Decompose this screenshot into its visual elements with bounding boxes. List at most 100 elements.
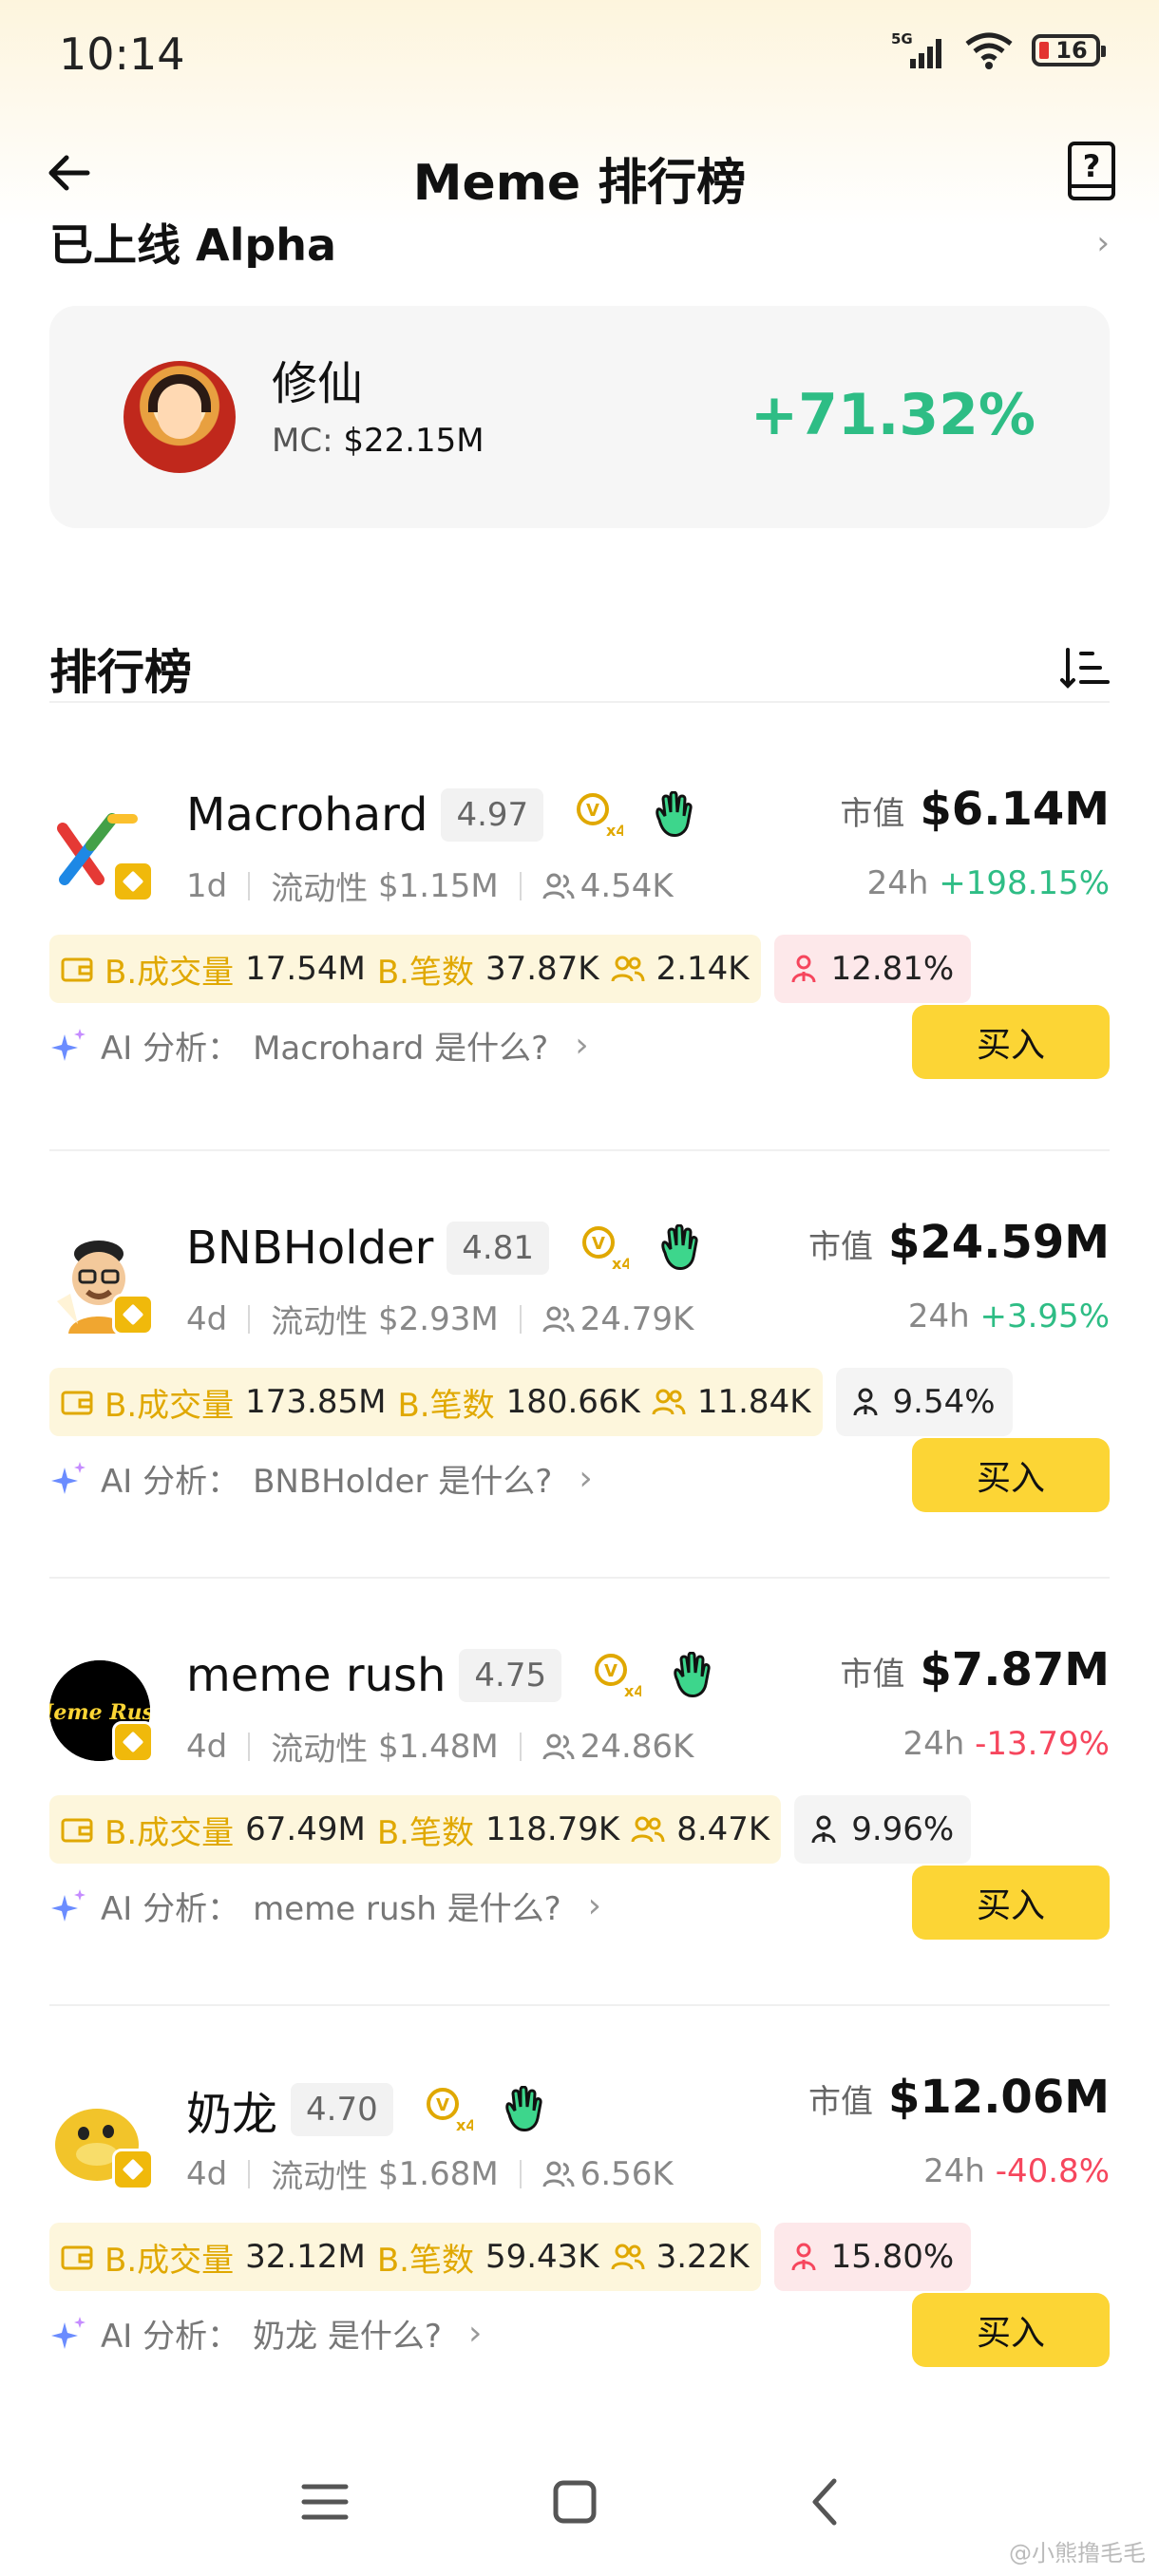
list-item[interactable]: 奶龙 4.70 Vx4 4d 流动性 $1.68M 6.56K 市值 $12.06…	[49, 2004, 1110, 2403]
volume-label: B.成交量	[104, 953, 235, 992]
buy-button[interactable]: 买入	[912, 2293, 1110, 2367]
back-icon[interactable]	[798, 2473, 855, 2530]
chevron-right-icon: ›	[1096, 224, 1110, 262]
holders-icon	[542, 873, 575, 899]
wallet-icon	[61, 1818, 93, 1843]
buy-button[interactable]: 买入	[912, 1866, 1110, 1940]
ai-question: meme rush 是什么?	[253, 1890, 561, 1928]
mcap-label: 市值	[840, 795, 905, 833]
alpha-section-header[interactable]: 已上线 Alpha ›	[49, 220, 1110, 268]
stats-tags: B.成交量 173.85M B.笔数 180.66K 11.84K 9.54%	[49, 1368, 1013, 1436]
svg-text:x4: x4	[612, 1255, 629, 1273]
person-icon	[791, 2243, 816, 2271]
token-age: 1d	[186, 866, 228, 905]
volume-tag: B.成交量 32.12M B.笔数 59.43K 3.22K	[49, 2223, 761, 2291]
stats-tags: B.成交量 67.49M B.笔数 118.79K 8.47K 9.96%	[49, 1795, 972, 1864]
volume-tag: B.成交量 17.54M B.笔数 37.87K 2.14K	[49, 935, 761, 1003]
ranking-header: 排行榜	[49, 627, 1110, 703]
sparkle-icon	[51, 1888, 86, 1922]
volume-value: 32.12M	[245, 2238, 366, 2276]
ai-prefix: AI 分析：	[101, 1030, 240, 1068]
mcap-value: $6.14M	[920, 783, 1110, 836]
liquidity-label: 流动性	[271, 1731, 369, 1769]
buy-button[interactable]: 买入	[912, 1005, 1110, 1079]
menu-icon[interactable]	[296, 2473, 353, 2530]
holders-icon	[542, 2161, 575, 2187]
liquidity-value: $1.48M	[378, 1727, 499, 1766]
alpha-section-title: 已上线 Alpha	[49, 220, 337, 268]
hand-icon	[505, 2086, 542, 2131]
list-item[interactable]: Meme Rush meme rush 4.75 Vx4 4d 流动性 $1.4…	[29, 1577, 1110, 1976]
trades-label: B.笔数	[376, 953, 474, 992]
sort-icon[interactable]	[1060, 644, 1110, 691]
liquidity-label: 流动性	[271, 870, 369, 908]
chevron-right-icon: ›	[587, 1886, 602, 1925]
holder-pct-tag: 12.81%	[773, 935, 972, 1003]
change-24h: 24h +3.95%	[908, 1297, 1110, 1335]
holders-icon	[542, 1733, 575, 1759]
ai-analysis-link[interactable]: AI 分析： Macrohard 是什么? ›	[49, 1022, 589, 1069]
mcap-value: $7.87M	[920, 1643, 1110, 1696]
home-icon[interactable]	[546, 2473, 603, 2530]
mcap-label: 市值	[808, 2083, 873, 2121]
market-cap: 市值 $24.59M	[808, 1216, 1110, 1269]
change-24h: 24h +198.15%	[867, 864, 1110, 902]
top-bar: 10:14 5G 16 Meme 排行榜 ?	[0, 0, 1159, 226]
list-item[interactable]: BNBHolder 4.81 Vx4 4d 流动性 $2.93M 24.79K …	[49, 1149, 1110, 1548]
battery-level: 16	[1055, 37, 1088, 64]
wallet-icon	[61, 2245, 93, 2270]
verified-x4-icon: Vx4	[577, 793, 623, 840]
traders-value: 2.14K	[656, 950, 750, 988]
hand-icon	[674, 1652, 711, 1697]
wallet-icon	[61, 1391, 93, 1415]
ai-question: Macrohard 是什么?	[253, 1030, 549, 1068]
holder-pct-value: 12.81%	[830, 950, 955, 988]
token-avatar	[124, 361, 236, 473]
score-badge: 4.75	[459, 1649, 562, 1702]
svg-text:x4: x4	[456, 2116, 473, 2134]
wifi-icon	[965, 32, 1013, 69]
svg-text:x4: x4	[624, 1682, 641, 1700]
traders-icon	[611, 956, 645, 982]
token-logo	[49, 2088, 154, 2190]
token-logo	[49, 800, 154, 902]
trades-label: B.笔数	[376, 2241, 474, 2280]
score-badge: 4.97	[441, 788, 544, 842]
buy-button[interactable]: 买入	[912, 1438, 1110, 1512]
alpha-token-card[interactable]: 修仙 MC: $22.15M +71.32%	[49, 306, 1110, 528]
person-icon	[791, 955, 816, 983]
token-meta: 4d 流动性 $2.93M 24.79K	[186, 1296, 694, 1342]
volume-label: B.成交量	[104, 2241, 235, 2280]
traders-value: 11.84K	[696, 1383, 811, 1421]
help-book-icon[interactable]: ?	[1066, 141, 1117, 201]
volume-label: B.成交量	[104, 1386, 235, 1425]
mc-value: $22.15M	[343, 422, 484, 460]
liquidity-label: 流动性	[271, 2158, 369, 2196]
network-label: 5G	[891, 30, 913, 47]
holders-value: 24.86K	[580, 1727, 694, 1766]
svg-text:V: V	[436, 2095, 449, 2115]
holder-pct-value: 9.96%	[851, 1810, 955, 1848]
stats-tags: B.成交量 32.12M B.笔数 59.43K 3.22K 15.80%	[49, 2223, 972, 2291]
token-name: meme rush 4.75 Vx4	[186, 1649, 712, 1702]
sparkle-icon	[51, 1028, 86, 1061]
ai-analysis-link[interactable]: AI 分析： 奶龙 是什么? ›	[49, 2310, 482, 2357]
mcap-value: $24.59M	[888, 1216, 1110, 1269]
token-name-text: Macrohard	[186, 788, 428, 842]
ranking-title: 排行榜	[49, 645, 192, 700]
bnb-chain-badge-icon	[112, 861, 154, 902]
holder-pct-value: 9.54%	[892, 1383, 996, 1421]
ai-analysis-link[interactable]: AI 分析： BNBHolder 是什么? ›	[49, 1455, 593, 1502]
trades-value: 37.87K	[484, 950, 599, 988]
alpha-token-change: +71.32%	[750, 382, 1036, 448]
list-item[interactable]: Macrohard 4.97 Vx4 1d 流动性 $1.15M 4.54K 市…	[49, 722, 1110, 1121]
traders-icon	[611, 2244, 645, 2270]
holder-pct-value: 15.80%	[830, 2238, 955, 2276]
verified-x4-icon: Vx4	[426, 2088, 473, 2134]
trades-label: B.笔数	[376, 1813, 474, 1852]
mcap-value: $12.06M	[888, 2071, 1110, 2124]
change-value: -40.8%	[995, 2152, 1110, 2190]
svg-text:x4: x4	[606, 822, 623, 840]
ai-analysis-link[interactable]: AI 分析： meme rush 是什么? ›	[49, 1883, 601, 1929]
alpha-token-name: 修仙	[272, 357, 364, 410]
